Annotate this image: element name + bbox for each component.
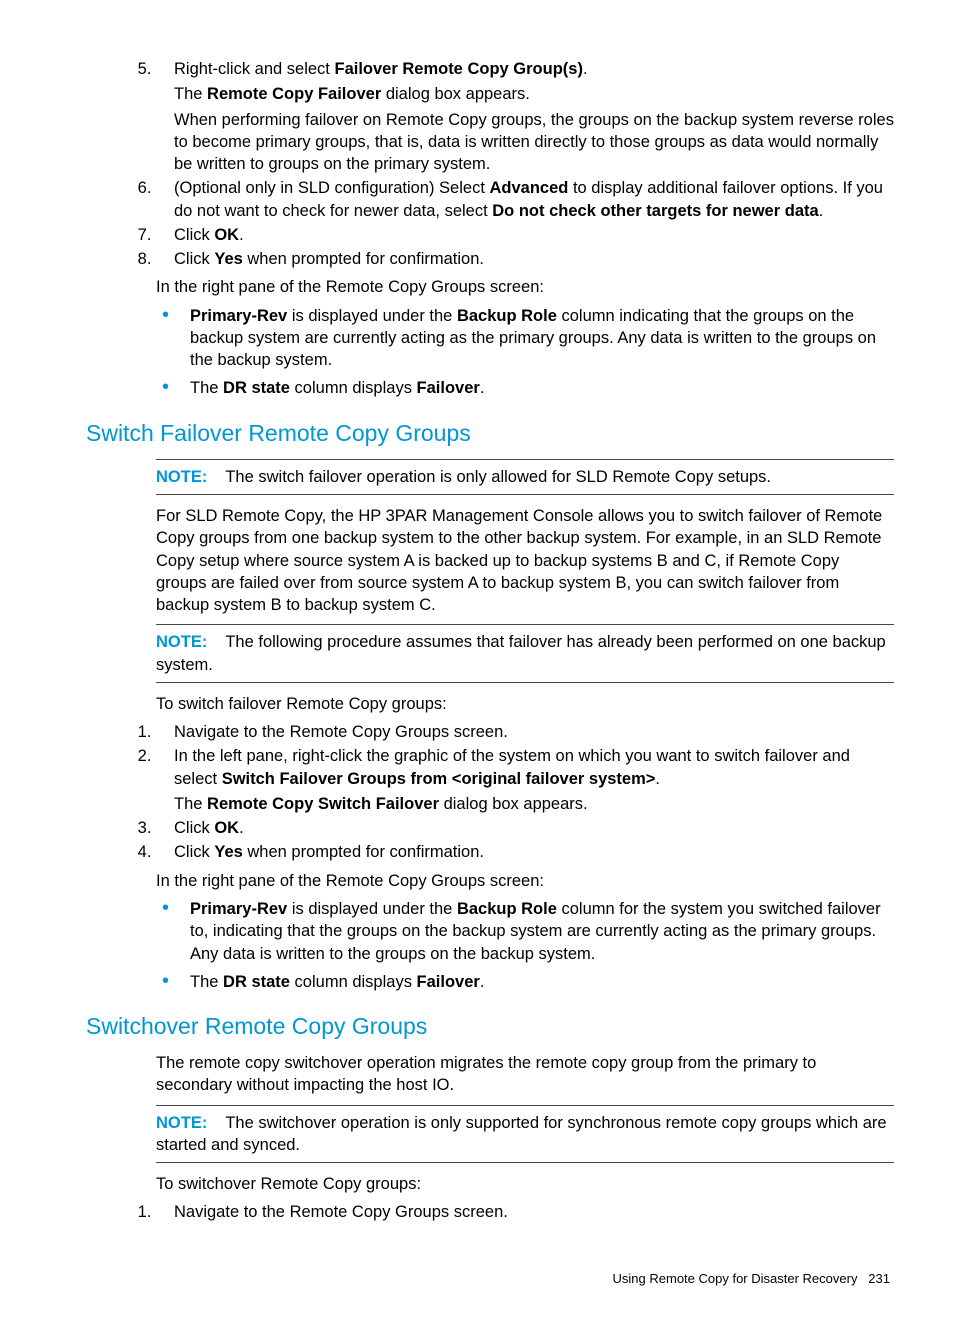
list-item: Primary-Rev is displayed under the Backu… — [156, 305, 894, 372]
heading-switchover: Switchover Remote Copy Groups — [86, 1011, 894, 1042]
bold-text: Failover Remote Copy Group(s) — [334, 60, 582, 78]
step-2: In the left pane, right-click the graphi… — [156, 745, 894, 815]
step-1: Navigate to the Remote Copy Groups scree… — [156, 1201, 894, 1223]
switch-result-bullets: Primary-Rev is displayed under the Backu… — [86, 898, 894, 993]
note-text: The following procedure assumes that fai… — [156, 633, 886, 673]
failover-result-bullets: Primary-Rev is displayed under the Backu… — [86, 305, 894, 400]
list-item: The DR state column displays Failover. — [156, 377, 894, 399]
heading-switch-failover: Switch Failover Remote Copy Groups — [86, 418, 894, 449]
list-item: Primary-Rev is displayed under the Backu… — [156, 898, 894, 965]
page-number: 231 — [868, 1271, 890, 1286]
step-3: Click OK. — [156, 817, 894, 839]
note-label: NOTE: — [156, 633, 207, 651]
step-1: Navigate to the Remote Copy Groups scree… — [156, 721, 894, 743]
note-text: The switchover operation is only support… — [156, 1114, 887, 1154]
note-block: NOTE:The following procedure assumes tha… — [156, 624, 894, 683]
step-sub: When performing failover on Remote Copy … — [174, 109, 894, 176]
list-item: The DR state column displays Failover. — [156, 971, 894, 993]
switch-failover-steps: Navigate to the Remote Copy Groups scree… — [86, 721, 894, 864]
step-text: Right-click and select — [174, 60, 334, 78]
switchover-steps: Navigate to the Remote Copy Groups scree… — [86, 1201, 894, 1223]
step-sub: The Remote Copy Switch Failover dialog b… — [174, 793, 894, 815]
step-sub: The Remote Copy Failover dialog box appe… — [174, 83, 894, 105]
paragraph: In the right pane of the Remote Copy Gro… — [156, 870, 894, 892]
footer-text: Using Remote Copy for Disaster Recovery — [613, 1271, 858, 1286]
note-label: NOTE: — [156, 468, 207, 486]
step-5: Right-click and select Failover Remote C… — [156, 58, 894, 175]
paragraph: In the right pane of the Remote Copy Gro… — [156, 276, 894, 298]
note-text: The switch failover operation is only al… — [225, 468, 771, 486]
step-8: Click Yes when prompted for confirmation… — [156, 248, 894, 270]
note-label: NOTE: — [156, 1114, 207, 1132]
paragraph: To switch failover Remote Copy groups: — [156, 693, 894, 715]
step-text: . — [583, 60, 588, 78]
page-footer: Using Remote Copy for Disaster Recovery … — [86, 1270, 894, 1288]
paragraph: The remote copy switchover operation mig… — [156, 1052, 894, 1097]
note-block: NOTE: The switch failover operation is on… — [156, 459, 894, 495]
paragraph: To switchover Remote Copy groups: — [156, 1173, 894, 1195]
step-4: Click Yes when prompted for confirmation… — [156, 841, 894, 863]
step-7: Click OK. — [156, 224, 894, 246]
failover-steps-continued: Right-click and select Failover Remote C… — [86, 58, 894, 270]
paragraph: For SLD Remote Copy, the HP 3PAR Managem… — [156, 505, 894, 616]
note-block: NOTE:The switchover operation is only su… — [156, 1105, 894, 1164]
step-6: (Optional only in SLD configuration) Sel… — [156, 177, 894, 222]
